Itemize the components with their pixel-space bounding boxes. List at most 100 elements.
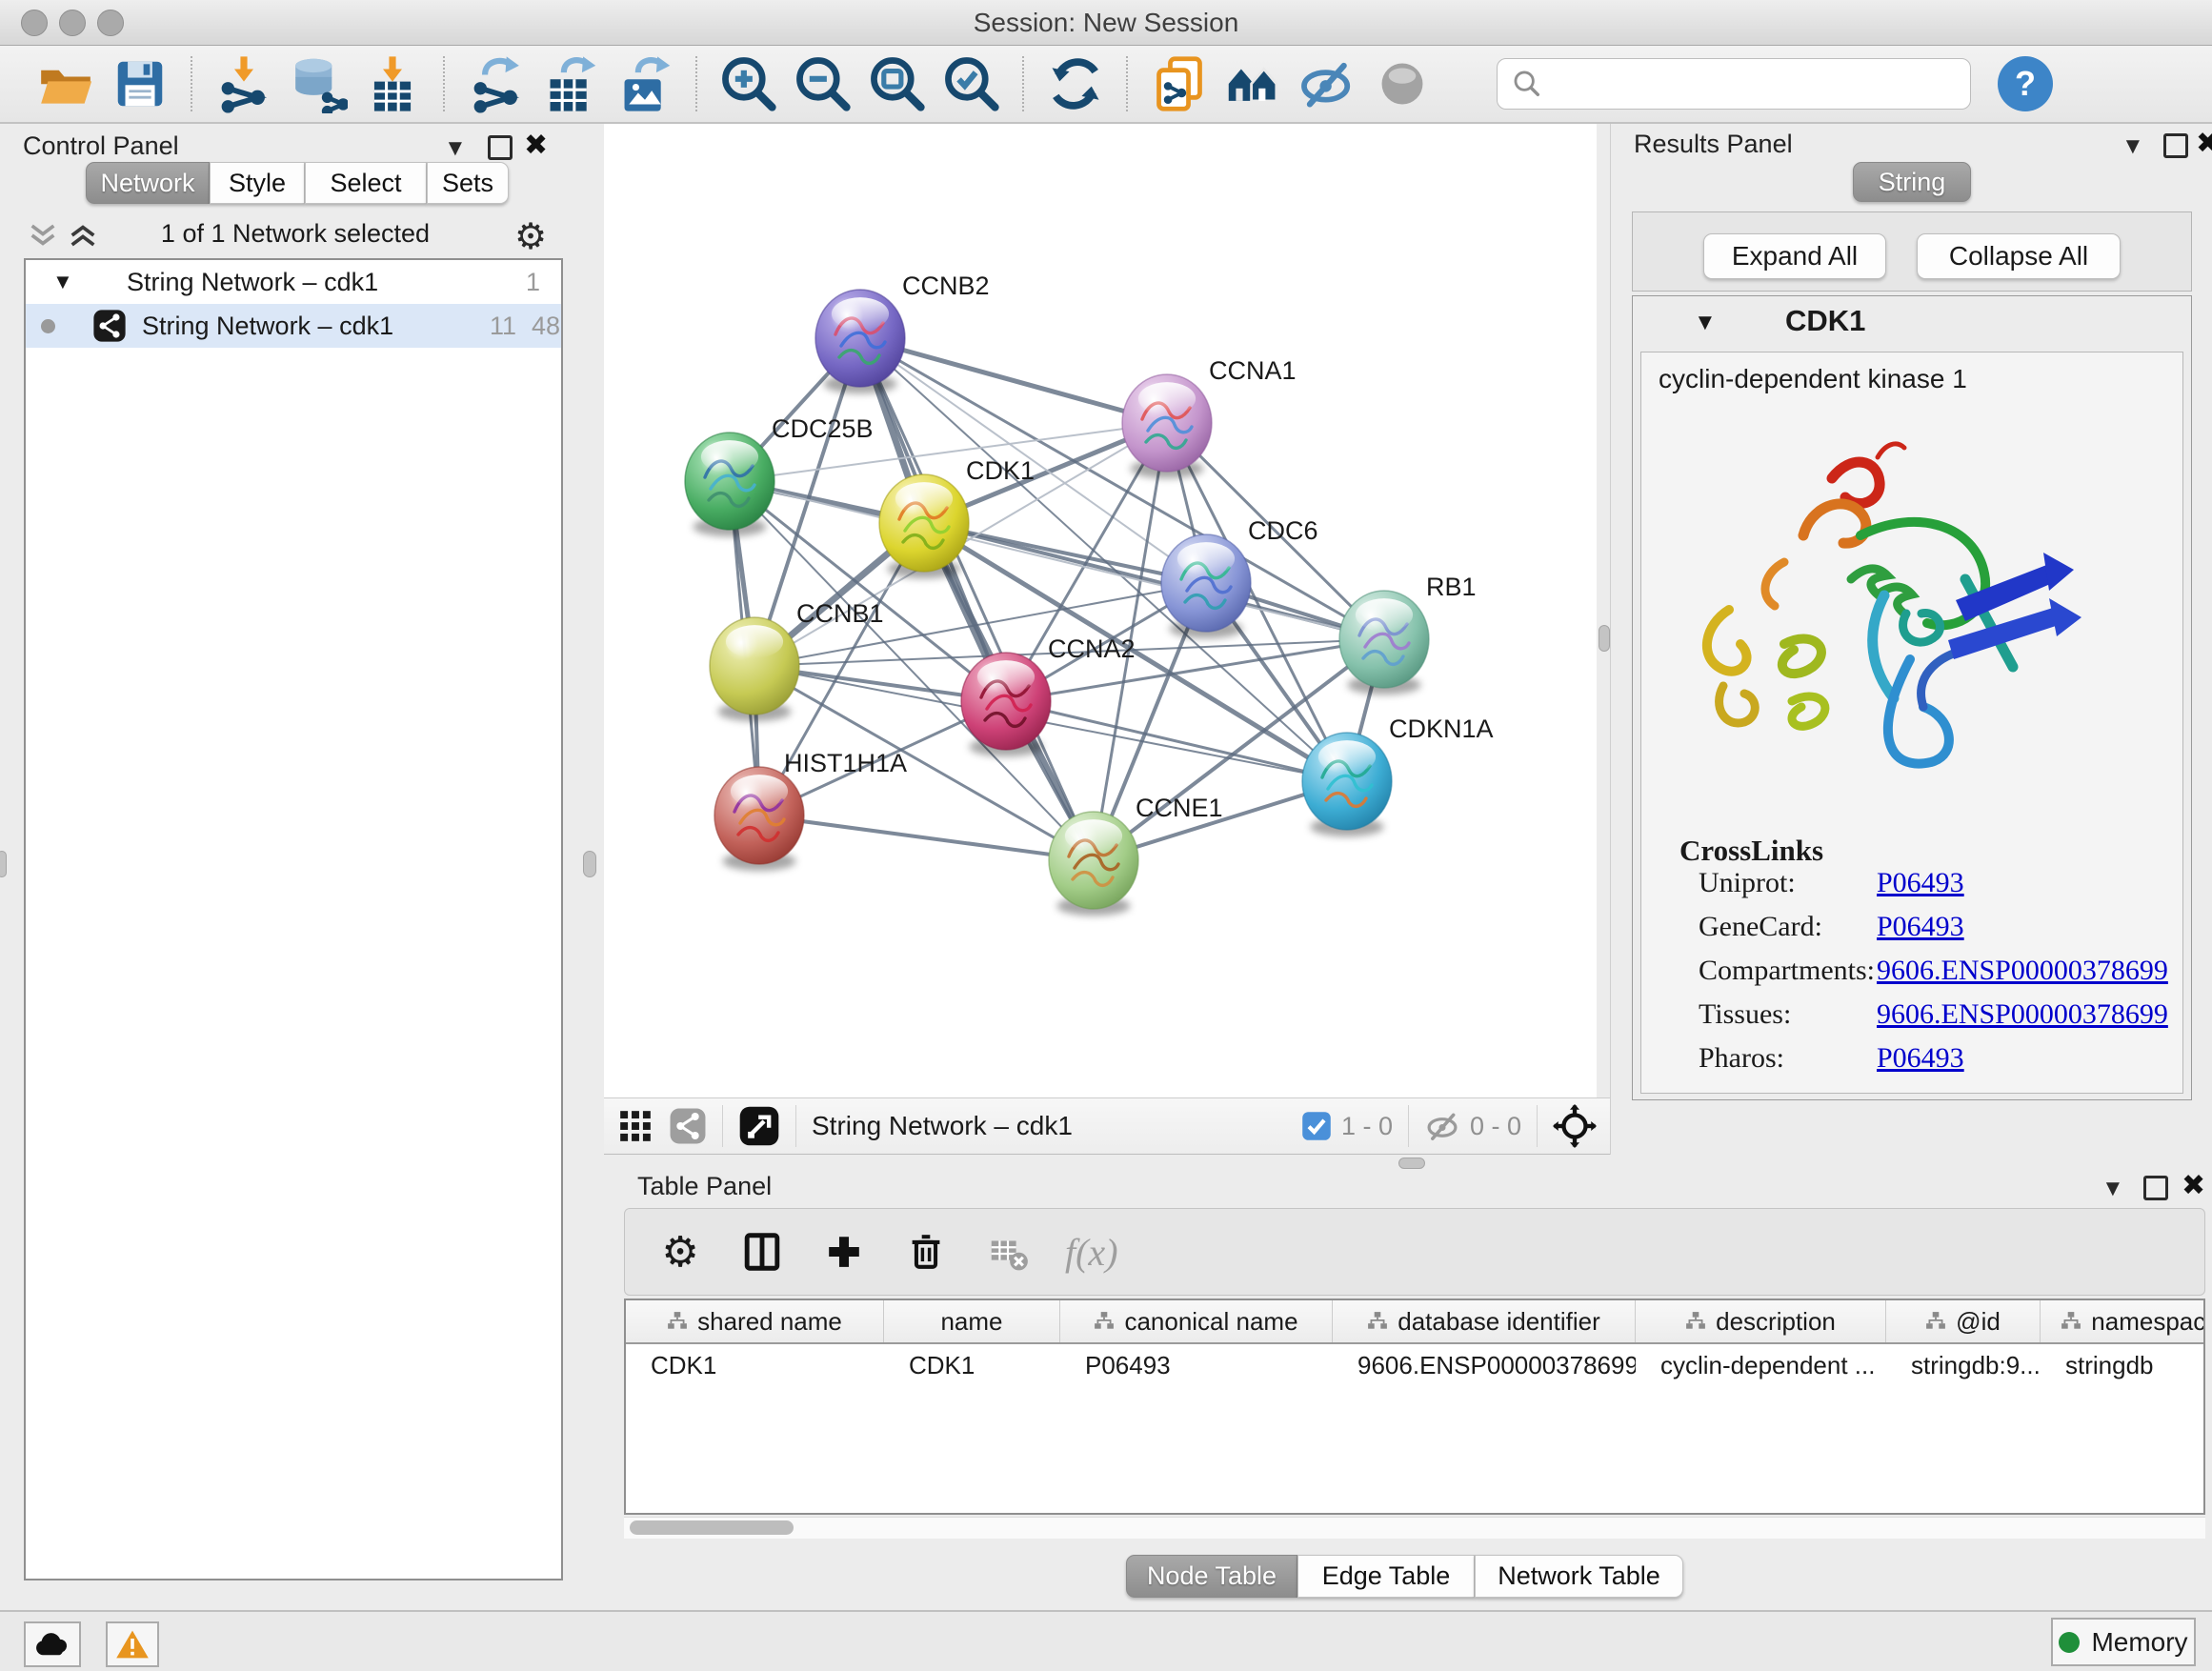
column-header-shared-name[interactable]: shared name [626,1300,884,1342]
horizontal-splitter-handle[interactable] [1398,1158,1425,1169]
edge-CCNB2-CCNE1[interactable] [860,338,1094,860]
export-image-button[interactable] [613,52,676,115]
panel-menu-icon[interactable]: ▼ [2101,1178,2124,1200]
fit-crosshair-icon[interactable] [1553,1104,1597,1148]
float-panel-icon[interactable] [488,135,513,160]
help-button[interactable]: ? [1998,56,2053,111]
collapse-all-button[interactable]: Collapse All [1917,233,2121,279]
table-cell[interactable]: cyclin-dependent ... [1636,1344,1886,1386]
clear-table-icon[interactable] [983,1227,1033,1277]
close-panel-icon[interactable]: ✖ [2182,1172,2205,1200]
column-header-canonical-name[interactable]: canonical name [1060,1300,1333,1342]
birds-eye-view-icon[interactable] [738,1105,780,1147]
close-panel-icon[interactable]: ✖ [2196,130,2212,158]
share-view-icon[interactable] [669,1107,707,1145]
tab-string[interactable]: String [1853,162,1971,202]
open-session-button[interactable] [34,52,97,115]
scrollbar-thumb[interactable] [630,1520,794,1535]
table-cell[interactable]: CDK1 [626,1344,884,1386]
export-network-button[interactable] [465,52,528,115]
function-builder-icon[interactable]: f(x) [1065,1227,1118,1277]
edge-CCNA2-CDKN1A[interactable] [1006,701,1347,781]
string-network-graph[interactable]: CCNB2CCNA1CDC25BCDK1CDC6RB1CCNB1CCNA2CDK… [604,124,1597,1097]
network-row-selected[interactable]: String Network – cdk1 11 48 [26,304,561,348]
crosslink-value-link[interactable]: 9606.ENSP00000378699 [1877,955,2168,987]
hidden-eye-slash-icon[interactable] [1424,1108,1460,1144]
vertical-splitter-handle[interactable] [583,851,596,877]
tab-network[interactable]: Network [86,162,210,204]
network-collection-row[interactable]: ▼ String Network – cdk1 1 [26,260,561,304]
node-CDC6[interactable] [1161,534,1251,638]
crosslink-value-link[interactable]: P06493 [1877,1042,1964,1075]
node-CCNA1[interactable] [1122,374,1212,478]
panel-menu-icon[interactable]: ▼ [444,137,467,160]
search-input[interactable] [1553,62,1970,106]
tab-node-table[interactable]: Node Table [1126,1555,1297,1598]
collapse-section-icon[interactable]: ▼ [1694,310,1717,336]
node-CCNA2[interactable] [961,653,1051,756]
vertical-splitter-handle[interactable] [1599,625,1610,652]
node-CCNB2[interactable] [815,290,905,393]
node-RB1[interactable] [1339,591,1429,695]
node-CCNE1[interactable] [1049,812,1138,916]
gear-icon[interactable]: ⚙ [514,215,547,258]
clone-network-button[interactable] [1148,52,1211,115]
export-table-button[interactable] [539,52,602,115]
selected-checkbox-icon[interactable] [1301,1111,1332,1141]
crosslink-value-link[interactable]: P06493 [1877,867,1964,899]
table-row[interactable]: CDK1CDK1P064939606.ENSP00000378699cyclin… [626,1344,2203,1386]
node-CCNB1[interactable] [710,617,799,721]
grid-view-icon[interactable] [617,1108,654,1144]
tab-network-table[interactable]: Network Table [1475,1555,1683,1598]
table-settings-gear-icon[interactable]: ⚙ [655,1227,705,1277]
table-horizontal-scrollbar[interactable] [624,1517,2205,1539]
crosslink-value-link[interactable]: 9606.ENSP00000378699 [1877,998,2168,1031]
node-CDKN1A[interactable] [1302,733,1392,836]
table-cell[interactable]: stringdb:9... [1886,1344,2041,1386]
zoom-in-button[interactable] [717,52,780,115]
zoom-out-button[interactable] [792,52,855,115]
show-all-panels-button[interactable] [1222,52,1285,115]
show-columns-icon[interactable] [737,1227,787,1277]
network-canvas[interactable]: CCNB2CCNA1CDC25BCDK1CDC6RB1CCNB1CCNA2CDK… [604,124,1597,1097]
hide-items-button[interactable] [1297,52,1359,115]
zoom-fit-button[interactable] [866,52,929,115]
column-header-description[interactable]: description [1636,1300,1886,1342]
table-cell[interactable]: CDK1 [884,1344,1060,1386]
save-session-button[interactable] [109,52,171,115]
cloud-status-button[interactable] [24,1621,81,1667]
window-edge-handle[interactable] [0,851,7,877]
import-network-database-button[interactable] [287,52,350,115]
node-attribute-table[interactable]: shared namenamecanonical namedatabase id… [624,1299,2205,1515]
horizontal-splitter[interactable] [591,1155,2212,1170]
tab-select[interactable]: Select [305,162,427,204]
node-HIST1H1A[interactable] [714,767,804,871]
column-header-at-id[interactable]: @id [1886,1300,2041,1342]
node-CDC25B[interactable] [685,433,774,536]
expand-all-button[interactable]: Expand All [1703,233,1886,279]
import-network-file-button[interactable] [212,52,275,115]
float-panel-icon[interactable] [2143,1176,2168,1200]
refresh-view-button[interactable] [1044,52,1107,115]
column-header-name[interactable]: name [884,1300,1060,1342]
tab-edge-table[interactable]: Edge Table [1297,1555,1475,1598]
import-table-button[interactable] [361,52,424,115]
tab-sets[interactable]: Sets [427,162,509,204]
table-cell[interactable]: P06493 [1060,1344,1333,1386]
crosslink-value-link[interactable]: P06493 [1877,911,1964,943]
tree-expand-icon[interactable]: ▼ [52,270,73,294]
table-cell[interactable]: stringdb [2041,1344,2205,1386]
node-CDK1[interactable] [879,474,969,578]
memory-button[interactable]: Memory [2051,1618,2196,1666]
float-panel-icon[interactable] [2163,133,2188,158]
column-header-namespace[interactable]: namespace [2041,1300,2205,1342]
add-column-icon[interactable] [819,1227,869,1277]
panel-menu-icon[interactable]: ▼ [2122,135,2144,158]
table-cell[interactable]: 9606.ENSP00000378699 [1333,1344,1636,1386]
show-hidden-items-button[interactable] [1371,52,1434,115]
edge-HIST1H1A-CCNE1[interactable] [759,815,1094,860]
delete-column-trash-icon[interactable] [901,1227,951,1277]
zoom-selected-button[interactable] [940,52,1003,115]
column-header-database-identifier[interactable]: database identifier [1333,1300,1636,1342]
warning-status-button[interactable] [106,1621,159,1667]
